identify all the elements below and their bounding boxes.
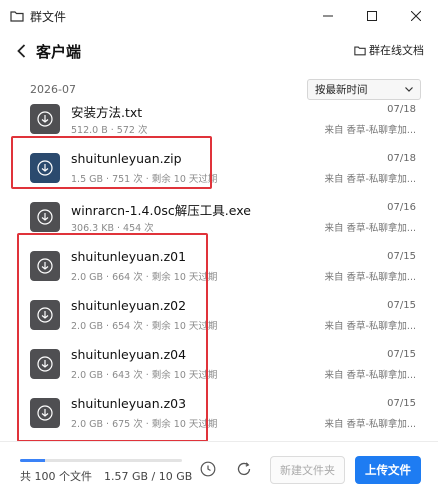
- upload-button[interactable]: 上传文件: [355, 456, 421, 484]
- window-controls: [306, 0, 438, 32]
- download-icon[interactable]: [30, 398, 60, 428]
- maximize-button[interactable]: [350, 0, 394, 32]
- file-meta: 2.0 GB · 675 次 · 剩余 10 天过期: [71, 419, 218, 430]
- list-item[interactable]: shuitunleyuan.z01 2.0 GB · 664 次 · 剩余 10…: [0, 243, 438, 293]
- storage-usage: 1.57 GB / 10 GB: [104, 470, 193, 483]
- folder-icon: [354, 46, 366, 55]
- minimize-button[interactable]: [306, 0, 350, 32]
- file-source: 来自 香草-私聊拿加...: [324, 174, 416, 185]
- online-docs-link[interactable]: 群在线文档: [354, 42, 424, 58]
- file-name: winrarcn-1.4.0sc解压工具.exe: [71, 203, 251, 218]
- minimize-icon: [323, 15, 333, 17]
- refresh-button[interactable]: [233, 458, 255, 480]
- file-source: 来自 香草-私聊拿加...: [324, 223, 416, 234]
- file-name: shuitunleyuan.zip: [71, 151, 182, 166]
- file-meta: 2.0 GB · 643 次 · 剩余 10 天过期: [71, 370, 218, 381]
- file-meta: 2.0 GB · 664 次 · 剩余 10 天过期: [71, 272, 218, 283]
- file-source: 来自 香草-私聊拿加...: [324, 321, 416, 332]
- close-button[interactable]: [394, 0, 438, 32]
- back-button[interactable]: [12, 40, 30, 62]
- page-header: 客户端 群在线文档: [0, 32, 438, 70]
- file-name: shuitunleyuan.z04: [71, 347, 187, 362]
- file-source: 来自 香草-私聊拿加...: [324, 125, 416, 136]
- list-item[interactable]: 安装方法.txt 512.0 B · 572 次 07/18 来自 香草-私聊拿…: [0, 96, 438, 146]
- file-count: 共 100 个文件: [20, 470, 92, 483]
- new-folder-button[interactable]: 新建文件夹: [270, 456, 345, 484]
- download-icon[interactable]: [30, 202, 60, 232]
- group-date-label: 2026-07: [30, 83, 76, 96]
- file-list[interactable]: 安装方法.txt 512.0 B · 572 次 07/18 来自 香草-私聊拿…: [0, 96, 438, 441]
- file-meta: 1.5 GB · 751 次 · 剩余 10 天过期: [71, 174, 218, 185]
- folder-icon: [10, 11, 24, 22]
- file-date: 07/15: [387, 300, 416, 311]
- storage-usage-fill: [20, 459, 46, 462]
- clock-icon: [200, 461, 216, 477]
- download-icon[interactable]: [30, 349, 60, 379]
- file-date: 07/15: [387, 251, 416, 262]
- footer-divider: [0, 441, 438, 442]
- chevron-left-icon: [16, 44, 25, 58]
- file-date: 07/16: [387, 202, 416, 213]
- file-name: 安装方法.txt: [71, 105, 143, 120]
- file-meta: 512.0 B · 572 次: [71, 125, 148, 136]
- download-icon[interactable]: [30, 104, 60, 134]
- file-date: 07/18: [387, 153, 416, 164]
- close-icon: [411, 11, 421, 21]
- file-source: 来自 香草-私聊拿加...: [324, 370, 416, 381]
- list-item[interactable]: shuitunleyuan.z03 2.0 GB · 675 次 · 剩余 10…: [0, 390, 438, 440]
- file-date: 07/15: [387, 349, 416, 360]
- list-item[interactable]: winrarcn-1.4.0sc解压工具.exe 306.3 KB · 454 …: [0, 194, 438, 244]
- file-source: 来自 香草-私聊拿加...: [324, 272, 416, 283]
- download-icon[interactable]: [30, 153, 60, 183]
- download-icon[interactable]: [30, 251, 60, 281]
- file-name: shuitunleyuan.z02: [71, 298, 187, 313]
- window-titlebar: 群文件: [0, 0, 438, 32]
- storage-usage-bar: [20, 459, 182, 462]
- file-date: 07/18: [387, 104, 416, 115]
- footer-stats: 共 100 个文件 1.57 GB / 10 GB: [20, 468, 192, 484]
- list-item[interactable]: shuitunleyuan.z04 2.0 GB · 643 次 · 剩余 10…: [0, 341, 438, 391]
- list-item[interactable]: shuitunleyuan.zip 1.5 GB · 751 次 · 剩余 10…: [0, 145, 438, 195]
- list-item[interactable]: shuitunleyuan.z02 2.0 GB · 654 次 · 剩余 10…: [0, 292, 438, 342]
- history-button[interactable]: [197, 458, 219, 480]
- chevron-down-icon: [405, 87, 413, 92]
- file-source: 来自 香草-私聊拿加...: [324, 419, 416, 430]
- file-meta: 2.0 GB · 654 次 · 剩余 10 天过期: [71, 321, 218, 332]
- maximize-icon: [367, 11, 377, 21]
- file-name: shuitunleyuan.z01: [71, 249, 187, 264]
- page-title: 客户端: [36, 42, 82, 61]
- window-title: 群文件: [30, 9, 67, 24]
- file-name: shuitunleyuan.z03: [71, 396, 187, 411]
- file-date: 07/15: [387, 398, 416, 409]
- sort-select-value: 按最新时间: [315, 84, 368, 96]
- refresh-icon: [237, 462, 251, 476]
- download-icon[interactable]: [30, 300, 60, 330]
- file-meta: 306.3 KB · 454 次: [71, 223, 154, 234]
- online-docs-label: 群在线文档: [369, 44, 424, 57]
